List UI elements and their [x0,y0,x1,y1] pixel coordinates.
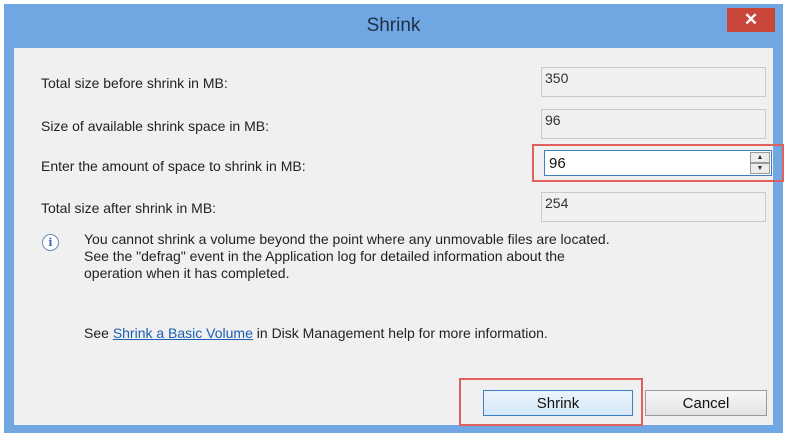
dialog-body: Total size before shrink in MB: 350 Size… [14,48,784,426]
help-prefix: See [84,325,113,341]
shrink-dialog: Shrink ✕ Total size before shrink in MB:… [4,4,784,433]
info-line-2: See the "defrag" event in the Applicatio… [84,248,565,264]
shrink-button[interactable]: Shrink [483,390,633,416]
total-after-field: 254 [541,192,766,222]
help-link[interactable]: Shrink a Basic Volume [113,325,253,341]
cancel-button[interactable]: Cancel [645,390,767,416]
title-bar: Shrink ✕ [4,4,783,48]
available-space-field: 96 [541,109,766,139]
shrink-amount-highlight: ▲ ▼ [532,144,784,182]
info-message: You cannot shrink a volume beyond the po… [84,231,764,282]
total-before-field: 350 [541,67,766,97]
total-before-label: Total size before shrink in MB: [41,75,228,91]
close-button[interactable]: ✕ [727,8,775,32]
info-line-3: operation when it has completed. [84,265,290,281]
help-text: See Shrink a Basic Volume in Disk Manage… [84,325,548,341]
available-space-label: Size of available shrink space in MB: [41,118,269,134]
spin-up-icon[interactable]: ▲ [750,152,770,163]
shrink-amount-spinner: ▲ ▼ [750,152,770,174]
shrink-amount-input[interactable] [544,150,772,176]
shrink-amount-label: Enter the amount of space to shrink in M… [41,158,306,174]
spin-down-icon[interactable]: ▼ [750,163,770,174]
help-suffix: in Disk Management help for more informa… [252,325,548,341]
total-after-label: Total size after shrink in MB: [41,200,217,216]
info-line-1: You cannot shrink a volume beyond the po… [84,231,610,247]
info-icon: i [42,234,59,251]
window-title: Shrink [366,15,421,36]
close-icon: ✕ [743,10,759,29]
